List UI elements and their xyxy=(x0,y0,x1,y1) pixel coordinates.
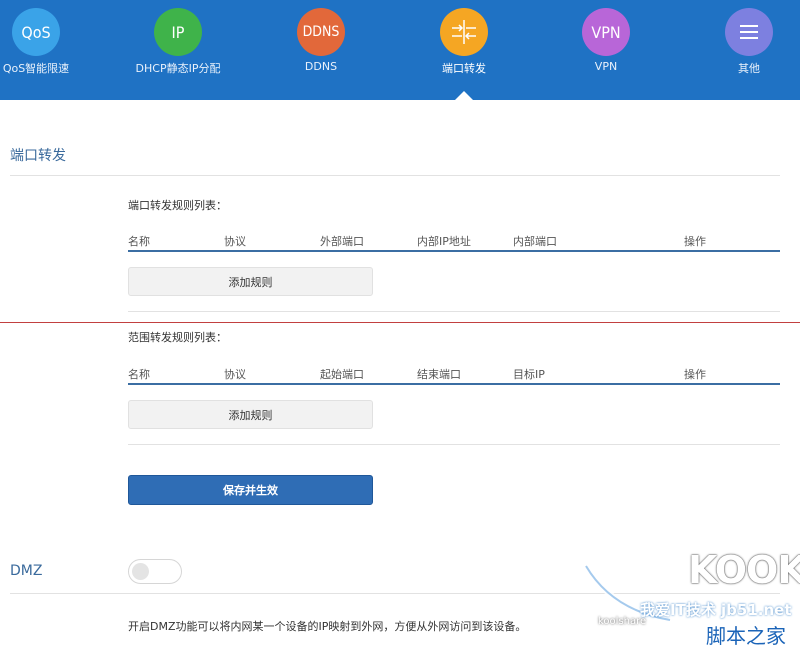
col-name: 名称 xyxy=(128,235,150,248)
port-forward-list-title: 端口转发规则列表： xyxy=(128,199,227,212)
divider xyxy=(128,311,780,312)
toggle-knob xyxy=(132,563,149,580)
col-name: 名称 xyxy=(128,368,150,381)
nav-item-other[interactable]: 其他 xyxy=(689,8,800,76)
table-header-line xyxy=(128,250,780,252)
col-target-ip: 目标IP xyxy=(513,368,545,381)
nav-item-port-forward[interactable]: 端口转发 xyxy=(404,8,524,76)
dmz-toggle[interactable] xyxy=(128,559,182,584)
nav-item-dhcp[interactable]: IP DHCP静态IP分配 xyxy=(118,8,238,76)
active-tab-pointer xyxy=(455,91,473,100)
nav-label: 端口转发 xyxy=(442,62,486,75)
vpn-icon: VPN xyxy=(582,8,630,56)
divider xyxy=(10,175,780,176)
add-port-forward-rule-button[interactable]: 添加规则 xyxy=(128,267,373,296)
qos-icon: QoS xyxy=(12,8,60,56)
red-separator xyxy=(0,322,800,323)
add-range-forward-rule-button[interactable]: 添加规则 xyxy=(128,400,373,429)
nav-label: DDNS xyxy=(304,60,338,73)
nav-item-vpn[interactable]: VPN VPN xyxy=(546,8,666,73)
table-header-line xyxy=(128,383,780,385)
dmz-description: 开启DMZ功能可以将内网某一个设备的IP映射到外网，方便从外网访问到该设备。 xyxy=(128,620,527,633)
nav-label: 其他 xyxy=(738,62,760,75)
top-nav: QoS QoS智能限速 IP DHCP静态IP分配 DDNS DDNS 端口转发… xyxy=(0,0,800,100)
col-protocol: 协议 xyxy=(224,235,246,248)
section-title-port-forward: 端口转发 xyxy=(10,148,66,164)
divider xyxy=(128,444,780,445)
col-action: 操作 xyxy=(684,235,706,248)
section-title-dmz: DMZ xyxy=(10,563,43,579)
port-forward-icon xyxy=(440,8,488,56)
nav-label: VPN xyxy=(594,60,618,73)
col-external-port: 外部端口 xyxy=(320,235,364,248)
nav-label: DHCP静态IP分配 xyxy=(135,62,221,75)
watermark-line3: 脚本之家 xyxy=(706,624,786,648)
watermark-brand: KOOK xyxy=(688,548,800,592)
watermark-line2: koolshare xyxy=(598,616,647,627)
ip-icon: IP xyxy=(154,8,202,56)
nav-item-ddns[interactable]: DDNS DDNS xyxy=(261,8,381,73)
menu-icon xyxy=(725,8,773,56)
col-protocol: 协议 xyxy=(224,368,246,381)
watermark-line1: 我爱IT技术 jb51.net xyxy=(640,601,792,619)
range-forward-list-title: 范围转发规则列表： xyxy=(128,331,227,344)
save-and-apply-button[interactable]: 保存并生效 xyxy=(128,475,373,505)
nav-item-qos[interactable]: QoS QoS智能限速 xyxy=(0,8,96,76)
col-action: 操作 xyxy=(684,368,706,381)
col-start-port: 起始端口 xyxy=(320,368,364,381)
ddns-icon: DDNS xyxy=(297,8,345,56)
nav-label: QoS智能限速 xyxy=(2,62,70,75)
col-internal-port: 内部端口 xyxy=(513,235,557,248)
col-end-port: 结束端口 xyxy=(417,368,461,381)
col-internal-ip: 内部IP地址 xyxy=(417,235,471,248)
